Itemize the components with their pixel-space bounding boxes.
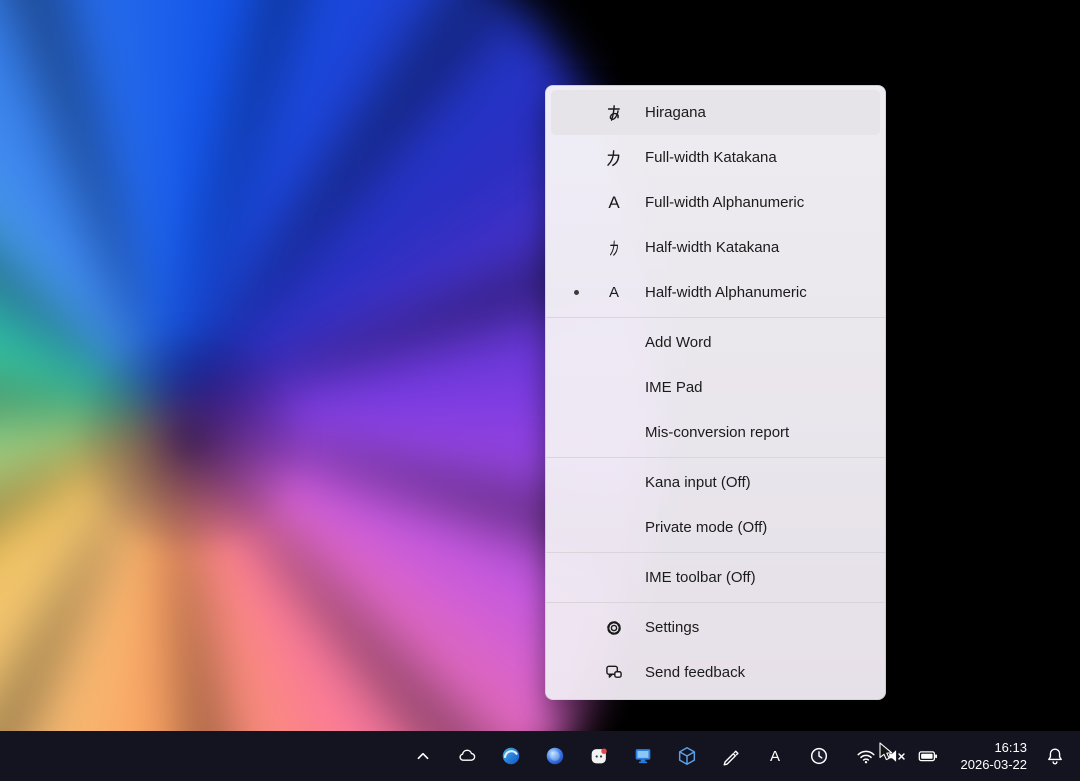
- menu-item-label: Mis-conversion report: [645, 424, 789, 441]
- pen-input-icon[interactable]: [716, 738, 747, 774]
- menu-item-settings[interactable]: Settings: [551, 605, 880, 650]
- bloom-center-shadow: [60, 330, 320, 550]
- wifi-icon: [855, 745, 877, 767]
- ime-context-menu: Hiragana Full-width Katakana A Full-widt…: [545, 85, 886, 700]
- menu-item-label: Add Word: [645, 334, 711, 351]
- menu-item-label: Half-width Katakana: [645, 239, 779, 256]
- desktop: Hiragana Full-width Katakana A Full-widt…: [0, 0, 1080, 781]
- menu-item-kana-input[interactable]: Kana input (Off): [551, 460, 880, 505]
- menu-item-label: Full-width Alphanumeric: [645, 194, 804, 211]
- mouse-cursor: [878, 742, 896, 762]
- system-tray: A: [408, 738, 835, 774]
- copilot-orb-icon[interactable]: [540, 738, 571, 774]
- halfwidth-katakana-icon: [602, 236, 626, 260]
- clock-time: 16:13: [961, 739, 1028, 756]
- menu-item-label: IME toolbar (Off): [645, 569, 756, 586]
- ime-mode-letter: A: [770, 748, 780, 765]
- menu-item-label: Kana input (Off): [645, 474, 751, 491]
- menu-item-send-feedback[interactable]: Send feedback: [551, 650, 880, 695]
- menu-item-ime-pad[interactable]: IME Pad: [551, 365, 880, 410]
- hidden-icons-chevron[interactable]: [408, 738, 439, 774]
- notification-bell-icon[interactable]: [1039, 738, 1070, 774]
- menu-item-add-word[interactable]: Add Word: [551, 320, 880, 365]
- quick-settings[interactable]: [849, 741, 945, 771]
- menu-item-label: Private mode (Off): [645, 519, 767, 536]
- selection-indicator: [551, 650, 602, 695]
- selection-indicator: [551, 270, 602, 315]
- app-badge-icon[interactable]: [584, 738, 615, 774]
- menu-item-label: Hiragana: [645, 104, 706, 121]
- app-swirl-icon[interactable]: [496, 738, 527, 774]
- menu-separator: [546, 317, 885, 318]
- menu-item-fullwidth-katakana[interactable]: Full-width Katakana: [551, 135, 880, 180]
- menu-item-halfwidth-alphanumeric[interactable]: A Half-width Alphanumeric: [551, 270, 880, 315]
- taskbar: A: [0, 731, 1080, 781]
- devbox-app-icon[interactable]: [672, 738, 703, 774]
- menu-item-fullwidth-alphanumeric[interactable]: A Full-width Alphanumeric: [551, 180, 880, 225]
- menu-item-label: Settings: [645, 619, 699, 636]
- hiragana-icon: [602, 101, 626, 125]
- battery-icon: [917, 745, 939, 767]
- fullwidth-katakana-icon: [602, 146, 626, 170]
- menu-item-ime-toolbar[interactable]: IME toolbar (Off): [551, 555, 880, 600]
- onedrive-cloud-icon[interactable]: [452, 738, 483, 774]
- menu-item-halfwidth-katakana[interactable]: Half-width Katakana: [551, 225, 880, 270]
- menu-separator: [546, 602, 885, 603]
- selection-indicator: [551, 605, 602, 650]
- menu-item-private-mode[interactable]: Private mode (Off): [551, 505, 880, 550]
- clock-date: 2026-03-22: [961, 756, 1028, 773]
- clock-app-icon[interactable]: [804, 738, 835, 774]
- selection-indicator: [551, 180, 602, 225]
- fullwidth-alphanumeric-icon: A: [602, 191, 626, 215]
- taskbar-clock[interactable]: 16:13 2026-03-22: [957, 737, 1032, 775]
- selection-indicator: [551, 225, 602, 270]
- selection-indicator: [551, 135, 602, 180]
- menu-separator: [546, 457, 885, 458]
- halfwidth-alphanumeric-icon: A: [602, 281, 626, 305]
- menu-item-misconversion-report[interactable]: Mis-conversion report: [551, 410, 880, 455]
- menu-separator: [546, 552, 885, 553]
- menu-item-hiragana[interactable]: Hiragana: [551, 90, 880, 135]
- wallpaper: [0, 0, 1080, 781]
- selection-indicator: [551, 90, 602, 135]
- menu-item-label: IME Pad: [645, 379, 703, 396]
- menu-item-label: Send feedback: [645, 664, 745, 681]
- monitor-app-icon[interactable]: [628, 738, 659, 774]
- menu-item-label: Half-width Alphanumeric: [645, 284, 807, 301]
- menu-item-label: Full-width Katakana: [645, 149, 777, 166]
- ime-mode-indicator[interactable]: A: [760, 738, 791, 774]
- settings-gear-icon: [602, 616, 626, 640]
- feedback-icon: [602, 661, 626, 685]
